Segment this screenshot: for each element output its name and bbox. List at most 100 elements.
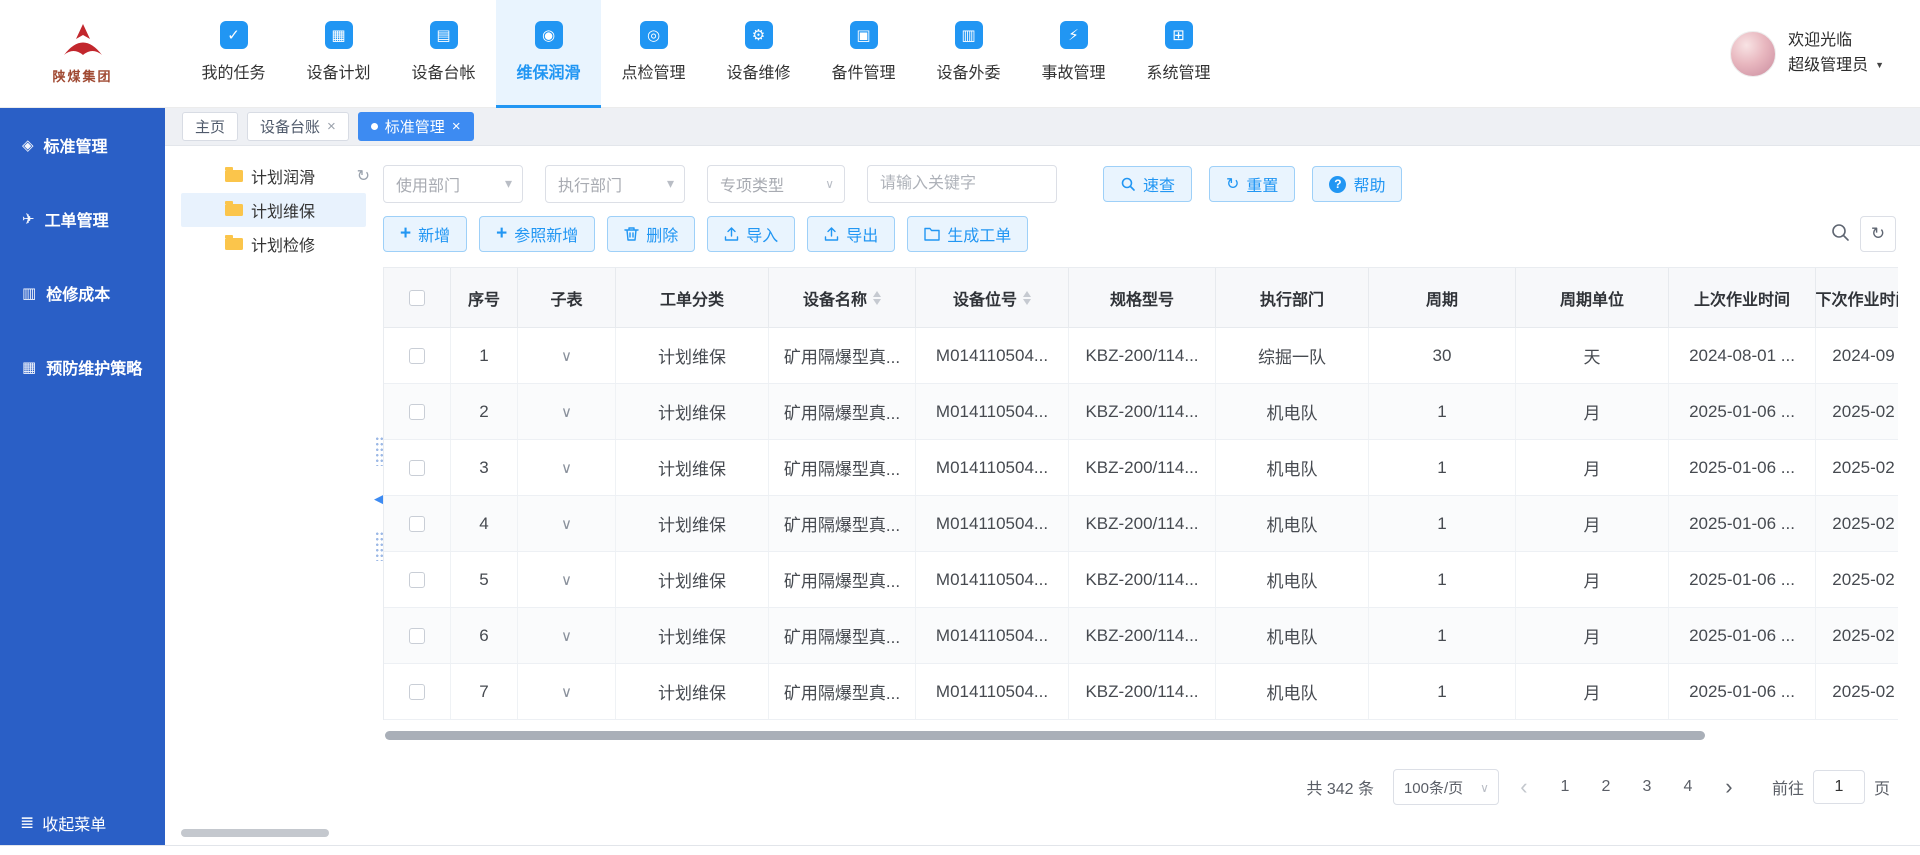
top-menu-item[interactable]: 维保润滑 xyxy=(496,0,601,108)
use-dept-select[interactable]: 使用部门 xyxy=(383,165,523,203)
refresh-tree-icon[interactable] xyxy=(357,166,370,186)
row-checkbox[interactable] xyxy=(409,572,425,588)
tree-item[interactable]: 计划维保 xyxy=(181,193,366,227)
next-page-button[interactable] xyxy=(1713,770,1745,804)
help-button[interactable]: 帮助 xyxy=(1312,166,1402,202)
sort-icon[interactable] xyxy=(873,291,881,305)
exec-dept-select[interactable]: 执行部门 xyxy=(545,165,685,203)
column-label: 设备位号 xyxy=(953,286,1017,310)
table-horizontal-scrollbar[interactable] xyxy=(385,731,1705,740)
page-number-button[interactable]: 3 xyxy=(1631,771,1663,803)
top-menu-item[interactable]: 设备台帐 xyxy=(391,0,496,108)
top-menu-item[interactable]: 设备计划 xyxy=(286,0,391,108)
chevron-down-icon xyxy=(1868,57,1884,74)
column-header: 设备位号 xyxy=(916,268,1069,327)
tab[interactable]: 设备台账 xyxy=(247,112,349,141)
tab[interactable]: 主页 xyxy=(182,112,238,141)
checkbox-cell xyxy=(384,328,451,383)
column-header: 规格型号 xyxy=(1069,268,1216,327)
refresh-table-button[interactable] xyxy=(1860,216,1896,252)
folder-icon xyxy=(225,170,243,182)
prev-page-button[interactable] xyxy=(1508,770,1540,804)
export-button[interactable]: 导出 xyxy=(807,216,895,252)
chevron-down-icon[interactable] xyxy=(561,402,572,422)
chevron-down-icon[interactable] xyxy=(561,514,572,534)
table-row[interactable]: 3 计划维保 矿用隔爆型真... M014110504... KBZ-200/1… xyxy=(384,440,1898,496)
page-number-button[interactable]: 4 xyxy=(1672,771,1704,803)
sidebar-item[interactable]: 检修成本 xyxy=(0,256,165,330)
delete-button[interactable]: 删除 xyxy=(607,216,695,252)
row-checkbox[interactable] xyxy=(409,348,425,364)
row-checkbox[interactable] xyxy=(409,404,425,420)
toolbar: 新增 参照新增 删除 导入 导出 xyxy=(383,216,1040,252)
cell-equipment-name: 矿用隔爆型真... xyxy=(769,664,916,719)
top-menu-item[interactable]: 设备外委 xyxy=(916,0,1021,108)
cell-cycle-unit: 月 xyxy=(1516,384,1669,439)
top-menu-label: 设备外委 xyxy=(936,59,1000,83)
page-size-select[interactable]: 100条/页 xyxy=(1393,769,1499,805)
sidebar-item[interactable]: 预防维护策略 xyxy=(0,330,165,404)
user-menu[interactable]: 欢迎光临 超级管理员 xyxy=(1730,0,1884,108)
top-menu-item[interactable]: 点检管理 xyxy=(601,0,706,108)
cell-cycle-unit: 月 xyxy=(1516,664,1669,719)
cell-exec-dept: 机电队 xyxy=(1216,384,1369,439)
tree-item[interactable]: 计划润滑 xyxy=(181,159,366,193)
goto-page-input[interactable] xyxy=(1813,770,1865,804)
search-icon[interactable] xyxy=(1830,222,1850,242)
tab[interactable]: 标准管理 xyxy=(358,112,474,141)
top-menu-item[interactable]: 备件管理 xyxy=(811,0,916,108)
checkbox-cell xyxy=(384,440,451,495)
row-checkbox[interactable] xyxy=(409,460,425,476)
keyword-input[interactable] xyxy=(867,165,1057,203)
top-menu-item[interactable]: 设备维修 xyxy=(706,0,811,108)
cell-cycle: 1 xyxy=(1369,552,1516,607)
row-checkbox[interactable] xyxy=(409,628,425,644)
row-checkbox[interactable] xyxy=(409,516,425,532)
special-type-select[interactable]: 专项类型 xyxy=(707,165,845,203)
chevron-down-icon[interactable] xyxy=(561,626,572,646)
select-all-cell xyxy=(384,268,451,327)
row-checkbox[interactable] xyxy=(409,684,425,700)
add-by-reference-button[interactable]: 参照新增 xyxy=(479,216,595,252)
content-area: 计划润滑 计划维保 计划检修 xyxy=(165,146,1920,845)
sidebar-item[interactable]: 标准管理 xyxy=(0,108,165,182)
chevron-down-icon[interactable] xyxy=(561,682,572,702)
add-button[interactable]: 新增 xyxy=(383,216,467,252)
chevron-down-icon[interactable] xyxy=(561,346,572,366)
app-window: 陕煤集团 我的任务 设备计划 设备台帐 xyxy=(0,0,1920,855)
table-row[interactable]: 1 计划维保 矿用隔爆型真... M014110504... KBZ-200/1… xyxy=(384,328,1898,384)
import-button[interactable]: 导入 xyxy=(707,216,795,252)
accident-icon xyxy=(1060,21,1088,49)
top-menu-item[interactable]: 系统管理 xyxy=(1126,0,1231,108)
generate-workorder-button[interactable]: 生成工单 xyxy=(907,216,1028,252)
table-body: 1 计划维保 矿用隔爆型真... M014110504... KBZ-200/1… xyxy=(384,328,1898,720)
table-row[interactable]: 2 计划维保 矿用隔爆型真... M014110504... KBZ-200/1… xyxy=(384,384,1898,440)
top-menu-item[interactable]: 我的任务 xyxy=(181,0,286,108)
table-row[interactable]: 7 计划维保 矿用隔爆型真... M014110504... KBZ-200/1… xyxy=(384,664,1898,720)
collapse-menu-button[interactable]: 收起菜单 xyxy=(20,811,106,835)
sidebar-item[interactable]: 工单管理 xyxy=(0,182,165,256)
top-menu-label: 维保润滑 xyxy=(516,59,580,83)
top-menu-item[interactable]: 事故管理 xyxy=(1021,0,1126,108)
tree-item[interactable]: 计划检修 xyxy=(181,227,366,261)
chevron-down-icon[interactable] xyxy=(561,570,572,590)
column-label: 上次作业时间 xyxy=(1694,286,1790,310)
close-icon[interactable] xyxy=(452,118,461,135)
page-number-button[interactable]: 1 xyxy=(1549,771,1581,803)
strategy-icon xyxy=(22,360,36,375)
close-icon[interactable] xyxy=(327,118,336,135)
table-row[interactable]: 4 计划维保 矿用隔爆型真... M014110504... KBZ-200/1… xyxy=(384,496,1898,552)
column-header: 设备名称 xyxy=(769,268,916,327)
quick-search-button[interactable]: 速查 xyxy=(1103,166,1192,202)
reset-button[interactable]: 重置 xyxy=(1209,166,1295,202)
table-row[interactable]: 5 计划维保 矿用隔爆型真... M014110504... KBZ-200/1… xyxy=(384,552,1898,608)
tree-horizontal-scrollbar[interactable] xyxy=(181,829,329,837)
chevron-down-icon[interactable] xyxy=(561,458,572,478)
table-row[interactable]: 6 计划维保 矿用隔爆型真... M014110504... KBZ-200/1… xyxy=(384,608,1898,664)
select-all-checkbox[interactable] xyxy=(409,290,425,306)
page-number-button[interactable]: 2 xyxy=(1590,771,1622,803)
column-header: 子表 xyxy=(518,268,616,327)
goto-label: 前往 xyxy=(1772,775,1804,799)
sort-icon[interactable] xyxy=(1023,291,1031,305)
cell-next-time: 2025-02 xyxy=(1816,496,1898,551)
